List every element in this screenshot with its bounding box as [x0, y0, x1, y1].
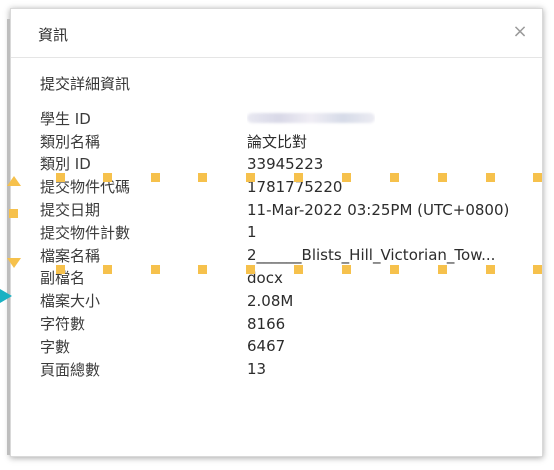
detail-value: 1781775220	[247, 177, 343, 196]
detail-value: 2______Blists_Hill_Victorian_Tow...	[247, 246, 496, 265]
detail-value: 13	[247, 360, 267, 379]
detail-label: 字符數	[40, 315, 86, 334]
details-list: 學生 ID 類別名稱 論文比對 類別 ID 33945223 提交物件代碼 17…	[40, 107, 520, 381]
detail-value: 11-Mar-2022 03:25PM (UTC+0800)	[247, 200, 510, 219]
detail-row-submission-count: 提交物件計數 1	[40, 221, 520, 244]
detail-row-page-count: 頁面總數 13	[40, 358, 520, 381]
info-dialog: 資訊 × 提交詳細資訊 學生 ID 類別名稱 論文比對 類別 ID 339452…	[7, 8, 543, 457]
detail-label: 字數	[40, 337, 71, 356]
detail-value: 論文比對	[247, 132, 308, 151]
detail-value: docx	[247, 268, 283, 287]
detail-row-extension: 副檔名 docx	[40, 267, 520, 290]
section-title: 提交詳細資訊	[40, 75, 131, 93]
detail-label: 提交物件計數	[40, 223, 131, 242]
detail-label: 檔案名稱	[40, 246, 101, 265]
detail-label: 類別 ID	[40, 155, 91, 174]
detail-value: 33945223	[247, 154, 324, 173]
detail-row-student-id: 學生 ID	[40, 107, 520, 130]
detail-label: 學生 ID	[40, 109, 91, 128]
dialog-header: 資訊 ×	[11, 9, 542, 58]
detail-value: 1	[247, 223, 257, 242]
detail-row-category-name: 類別名稱 論文比對	[40, 130, 520, 153]
detail-row-submission-code: 提交物件代碼 1781775220	[40, 175, 520, 198]
detail-label: 類別名稱	[40, 132, 101, 151]
detail-value: 8166	[247, 314, 286, 333]
detail-row-submission-date: 提交日期 11-Mar-2022 03:25PM (UTC+0800)	[40, 198, 520, 221]
detail-label: 頁面總數	[40, 360, 101, 379]
detail-label: 副檔名	[40, 269, 86, 288]
detail-value: 6467	[247, 337, 286, 356]
close-icon[interactable]: ×	[510, 22, 530, 42]
detail-row-file-name: 檔案名稱 2______Blists_Hill_Victorian_Tow...	[40, 244, 520, 267]
detail-label: 檔案大小	[40, 292, 101, 311]
blurred-student-id	[247, 113, 375, 124]
detail-label: 提交日期	[40, 201, 101, 220]
detail-row-character-count: 字符數 8166	[40, 312, 520, 335]
student-id-value	[247, 109, 375, 127]
detail-label: 提交物件代碼	[40, 178, 131, 197]
detail-row-file-size: 檔案大小 2.08M	[40, 289, 520, 312]
dialog-title: 資訊	[38, 26, 69, 44]
detail-row-word-count: 字數 6467	[40, 335, 520, 358]
detail-value: 2.08M	[247, 291, 294, 310]
detail-row-category-id: 類別 ID 33945223	[40, 153, 520, 176]
